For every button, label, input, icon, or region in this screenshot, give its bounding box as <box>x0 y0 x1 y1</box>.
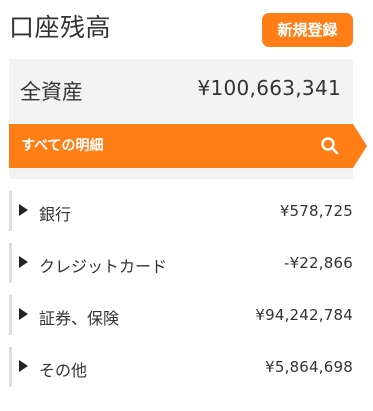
total-assets-value: ¥100,663,341 <box>197 76 341 100</box>
account-amount: ¥578,725 <box>279 202 353 220</box>
header: 口座残高 新規登録 <box>0 0 373 52</box>
new-registration-button[interactable]: 新規登録 <box>262 13 353 47</box>
account-row-securities-insurance[interactable]: 証券、保険 ¥94,242,784 <box>9 295 353 335</box>
account-amount: -¥22,866 <box>283 254 353 272</box>
account-amount: ¥94,242,784 <box>255 306 353 324</box>
account-list: 銀行 ¥578,725 クレジットカード -¥22,866 証券、保険 ¥94,… <box>9 191 353 399</box>
expand-triangle-icon <box>19 204 28 216</box>
account-row-credit-card[interactable]: クレジットカード -¥22,866 <box>9 243 353 283</box>
page-title: 口座残高 <box>9 13 112 42</box>
account-label: 証券、保険 <box>39 309 120 328</box>
expand-triangle-icon <box>19 360 28 372</box>
all-details-label: すべての明細 <box>21 138 104 154</box>
expand-triangle-icon <box>19 308 28 320</box>
account-label: クレジットカード <box>39 257 168 276</box>
account-row-other[interactable]: その他 ¥5,864,698 <box>9 347 353 387</box>
account-label: その他 <box>39 361 88 380</box>
search-icon[interactable] <box>320 136 340 156</box>
total-assets-panel: 全資産 ¥100,663,341 <box>9 59 353 123</box>
account-label: 銀行 <box>39 205 72 224</box>
all-details-button[interactable]: すべての明細 <box>9 124 367 168</box>
details-divider <box>9 168 353 179</box>
expand-triangle-icon <box>19 256 28 268</box>
account-amount: ¥5,864,698 <box>265 358 353 376</box>
account-row-bank[interactable]: 銀行 ¥578,725 <box>9 191 353 231</box>
total-assets-label: 全資産 <box>20 80 83 104</box>
